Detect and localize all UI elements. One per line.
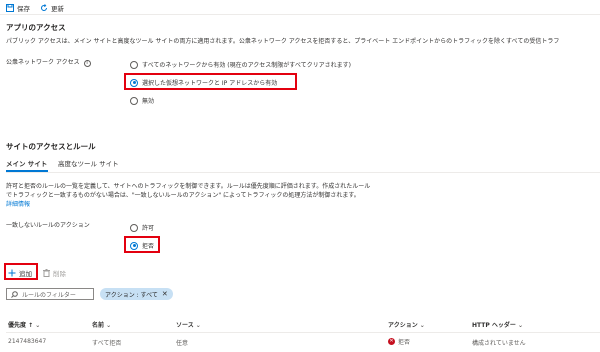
row-action-label: 拒否 xyxy=(398,339,411,346)
radio-deny[interactable] xyxy=(130,241,138,250)
chevron-down-icon: ⌄ xyxy=(419,322,425,329)
learn-more-link[interactable]: 詳細情報 xyxy=(6,200,30,209)
tab-advanced-tools-site[interactable]: 高度なツール サイト xyxy=(58,158,119,168)
unmatched-deny-label: 拒否 xyxy=(142,243,155,250)
column-header-http-header[interactable]: HTTP ヘッダー ⌄ xyxy=(472,320,523,329)
column-header-source[interactable]: ソース ⌄ xyxy=(176,320,201,329)
action-filter-label: アクション : すべて xyxy=(105,291,158,299)
pna-option-disabled-label: 無効 xyxy=(142,98,155,105)
source-header-label: ソース xyxy=(176,322,194,329)
save-label: 保存 xyxy=(17,5,30,13)
pna-option-disabled[interactable]: 無効 xyxy=(130,96,154,105)
radio-all-networks[interactable] xyxy=(130,60,138,69)
radio-selected-networks[interactable] xyxy=(130,78,138,87)
save-icon xyxy=(6,4,14,12)
pna-label-row: 公衆ネットワーク アクセス i xyxy=(6,58,91,67)
tab-divider xyxy=(6,172,600,173)
http-header-label: HTTP ヘッダー xyxy=(472,322,516,329)
search-icon xyxy=(11,290,18,298)
filter-placeholder: ルールのフィルター xyxy=(22,291,76,299)
plus-icon xyxy=(8,269,16,277)
priority-header-label: 優先度 ↑ xyxy=(8,322,34,329)
name-header-label: 名前 xyxy=(92,322,105,329)
tab-main-site[interactable]: メイン サイト xyxy=(6,158,47,168)
row-priority: 2147483647 xyxy=(8,338,47,345)
radio-allow[interactable] xyxy=(130,223,138,232)
refresh-label: 更新 xyxy=(51,5,64,13)
rule-filter-input[interactable]: ルールのフィルター xyxy=(6,288,94,300)
site-access-heading: サイトのアクセスとルール xyxy=(6,142,96,151)
close-icon[interactable]: ✕ xyxy=(162,290,168,298)
pna-option-selected-label: 選択した仮想ネットワークと IP アドレスから有効 xyxy=(142,80,278,87)
site-access-desc-line2: でトラフィックと一致するものがない場合は、"一致しないルールのアクション" によ… xyxy=(6,192,360,199)
app-access-heading: アプリのアクセス xyxy=(6,23,66,32)
column-header-action[interactable]: アクション ⌄ xyxy=(388,320,425,329)
add-label: 追加 xyxy=(19,270,32,278)
column-header-priority[interactable]: 優先度 ↑ ⌄ xyxy=(8,320,40,329)
info-icon: i xyxy=(83,60,91,67)
chevron-down-icon: ⌄ xyxy=(35,322,41,329)
pna-option-all[interactable]: すべてのネットワークから有効 (現在のアクセス制限がすべてクリアされます) xyxy=(130,60,351,69)
unmatched-option-allow[interactable]: 許可 xyxy=(130,223,154,232)
pna-label: 公衆ネットワーク アクセス xyxy=(6,59,80,66)
chevron-down-icon: ⌄ xyxy=(195,322,201,329)
row-action: ✕ 拒否 xyxy=(388,337,410,346)
delete-rule-button[interactable]: 削除 xyxy=(43,268,66,278)
unmatched-option-deny[interactable]: 拒否 xyxy=(130,241,154,250)
row-source: 任意 xyxy=(176,340,189,347)
row-http-header: 構成されていません xyxy=(472,340,526,347)
site-access-desc-line1: 許可と拒否のルールの一覧を定義して、サイトへのトラフィックを制御できます。ルール… xyxy=(6,183,371,190)
delete-label: 削除 xyxy=(53,270,66,278)
save-button[interactable]: 保存 xyxy=(6,3,30,13)
chevron-down-icon: ⌄ xyxy=(517,322,523,329)
unmatched-allow-label: 許可 xyxy=(142,225,155,232)
refresh-button[interactable]: 更新 xyxy=(40,3,64,13)
add-rule-button[interactable]: 追加 xyxy=(8,268,32,278)
refresh-icon xyxy=(41,4,47,11)
pna-option-all-label: すべてのネットワークから有効 (現在のアクセス制限がすべてクリアされます) xyxy=(142,62,351,69)
trash-icon xyxy=(43,269,50,277)
chevron-down-icon: ⌄ xyxy=(106,322,112,329)
action-filter-pill[interactable]: アクション : すべて ✕ xyxy=(100,288,173,300)
unmatched-action-label: 一致しないルールのアクション xyxy=(6,222,90,229)
row-name: すべて拒否 xyxy=(92,340,122,347)
action-header-label: アクション xyxy=(388,322,418,329)
command-bar: 保存 更新 xyxy=(0,0,600,15)
pna-option-selected[interactable]: 選択した仮想ネットワークと IP アドレスから有効 xyxy=(130,78,277,87)
table-header-divider xyxy=(6,332,600,333)
radio-disabled[interactable] xyxy=(130,96,138,105)
deny-icon: ✕ xyxy=(388,338,395,345)
column-header-name[interactable]: 名前 ⌄ xyxy=(92,320,111,329)
app-access-description: パブリック アクセスは、メイン サイトと高度なツール サイトの両方に適用されます… xyxy=(6,38,560,45)
